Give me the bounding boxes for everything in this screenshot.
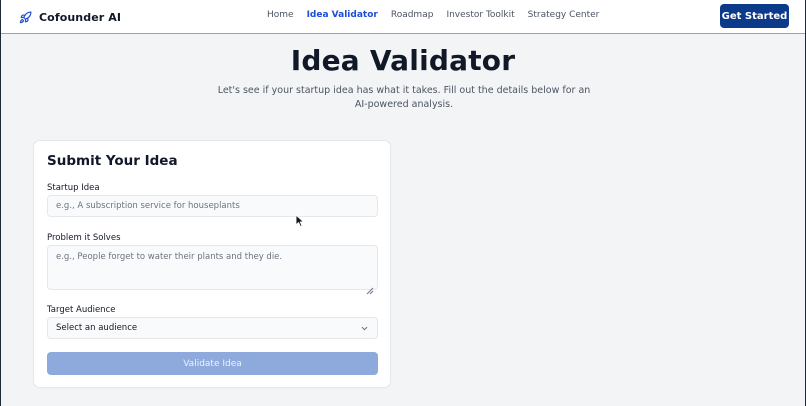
startup-idea-label: Startup Idea: [47, 183, 100, 193]
nav-link-idea-validator[interactable]: Idea Validator: [307, 10, 378, 20]
nav-link-strategy-center[interactable]: Strategy Center: [528, 10, 600, 20]
nav-link-home[interactable]: Home: [267, 10, 294, 20]
submit-idea-card: Submit Your Idea Startup Idea Problem it…: [34, 141, 390, 387]
validate-idea-button[interactable]: Validate Idea: [47, 352, 378, 375]
target-audience-select[interactable]: Select an audience: [47, 317, 378, 339]
rocket-icon: [19, 10, 32, 24]
mouse-pointer-icon: [295, 213, 305, 228]
startup-idea-input[interactable]: [47, 195, 378, 217]
top-navigation-bar: Cofounder AI Home Idea Validator Roadmap…: [1, 0, 805, 34]
brand-logo-link[interactable]: Cofounder AI: [19, 8, 121, 26]
chevron-down-icon: [360, 324, 369, 336]
app-window: Cofounder AI Home Idea Validator Roadmap…: [0, 0, 806, 406]
page-title: Idea Validator: [290, 44, 516, 77]
nav-link-roadmap[interactable]: Roadmap: [391, 10, 434, 20]
problem-textarea[interactable]: [47, 245, 378, 290]
resize-grip-icon[interactable]: [366, 280, 374, 295]
page-subtitle: Let's see if your startup idea has what …: [217, 85, 591, 110]
problem-label: Problem it Solves: [47, 233, 121, 243]
target-audience-label: Target Audience: [47, 305, 116, 315]
nav-link-investor-toolkit[interactable]: Investor Toolkit: [446, 10, 514, 20]
target-audience-selected: Select an audience: [56, 323, 138, 333]
form-title: Submit Your Idea: [47, 153, 178, 169]
main-nav: Home Idea Validator Roadmap Investor Too…: [267, 10, 599, 20]
get-started-button[interactable]: Get Started: [720, 4, 789, 28]
brand-name: Cofounder AI: [39, 10, 122, 24]
